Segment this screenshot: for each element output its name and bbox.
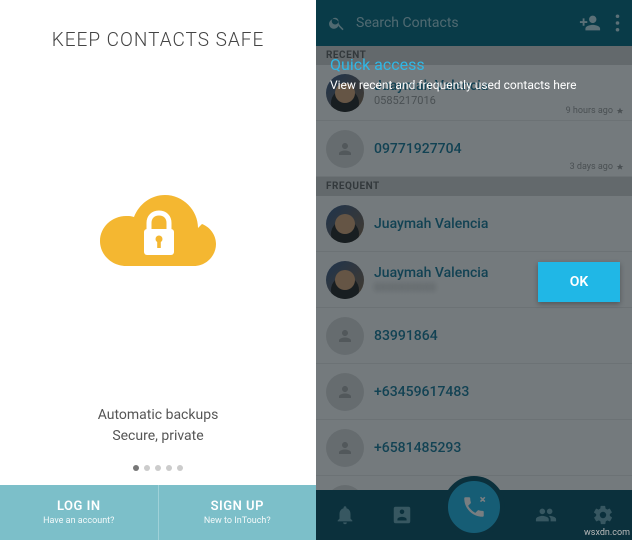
contact-name: Juaymah Valencia bbox=[374, 216, 622, 232]
bell-icon[interactable] bbox=[334, 504, 356, 526]
frequent-list: Juaymah ValenciaJuaymah Valencia00000000… bbox=[316, 196, 632, 490]
page-indicator bbox=[133, 465, 183, 471]
contact-name: +6581485293 bbox=[374, 440, 622, 456]
overlay-text: View recent and frequently used contacts… bbox=[330, 78, 622, 92]
avatar-placeholder bbox=[326, 429, 364, 467]
avatar-photo bbox=[326, 205, 364, 243]
search-placeholder: Search Contacts bbox=[356, 15, 459, 31]
signup-button[interactable]: SIGN UP New to InTouch? bbox=[159, 485, 317, 540]
contact-row[interactable]: 09771927704 3 days ago bbox=[316, 121, 632, 177]
page-dot bbox=[177, 465, 183, 471]
pin-icon bbox=[616, 163, 624, 171]
add-contact-icon[interactable] bbox=[579, 12, 601, 34]
topbar: Search Contacts bbox=[316, 0, 632, 46]
watermark: wsxdn.com bbox=[584, 528, 630, 538]
cloud-lock-icon bbox=[88, 173, 228, 283]
onboarding-pane: KEEP CONTACTS SAFE Automatic backups Sec… bbox=[0, 0, 316, 540]
search-icon bbox=[328, 14, 346, 32]
login-sublabel: Have an account? bbox=[43, 516, 114, 526]
onboarding-subtitle: Automatic backups Secure, private bbox=[98, 405, 219, 447]
login-label: LOG IN bbox=[57, 499, 101, 514]
contact-meta: 3 days ago bbox=[570, 162, 624, 172]
cloud-illustration bbox=[88, 51, 228, 405]
contact-body: +6581485293 bbox=[374, 440, 622, 456]
contact-body: +63459617483 bbox=[374, 384, 622, 400]
page-dot bbox=[133, 465, 139, 471]
onboarding-title: KEEP CONTACTS SAFE bbox=[52, 28, 265, 51]
contact-row[interactable]: Juaymah Valencia bbox=[316, 196, 632, 252]
pin-icon bbox=[616, 107, 624, 115]
avatar-placeholder bbox=[326, 317, 364, 355]
avatar-placeholder bbox=[326, 373, 364, 411]
contact-name: 09771927704 bbox=[374, 141, 622, 157]
overlay-title: Quick access bbox=[330, 55, 425, 74]
dialer-fab[interactable] bbox=[443, 476, 505, 538]
contact-row[interactable]: +63459617483 bbox=[316, 364, 632, 420]
contact-row[interactable]: +6581485293 bbox=[316, 420, 632, 476]
search-area[interactable]: Search Contacts bbox=[328, 14, 565, 32]
section-header-frequent: FREQUENT bbox=[316, 177, 632, 196]
contacts-pane: Search Contacts RECENT Juaymah Valencia0… bbox=[316, 0, 632, 540]
page-dot bbox=[155, 465, 161, 471]
phone-icon bbox=[461, 494, 487, 520]
contact-name: 83991864 bbox=[374, 328, 622, 344]
auth-row: LOG IN Have an account? SIGN UP New to I… bbox=[0, 485, 316, 540]
contact-meta: 9 hours ago bbox=[566, 106, 624, 116]
signup-sublabel: New to InTouch? bbox=[204, 516, 271, 526]
contact-body: 83991864 bbox=[374, 328, 622, 344]
page-dot bbox=[166, 465, 172, 471]
overflow-menu-icon[interactable] bbox=[615, 14, 620, 32]
avatar-photo bbox=[326, 261, 364, 299]
contact-body: 09771927704 bbox=[374, 141, 622, 157]
gear-icon[interactable] bbox=[592, 504, 614, 526]
contact-name: +63459617483 bbox=[374, 384, 622, 400]
contact-card-icon[interactable] bbox=[391, 504, 413, 526]
ok-button[interactable]: OK bbox=[538, 262, 620, 302]
signup-label: SIGN UP bbox=[211, 499, 264, 514]
avatar-placeholder bbox=[326, 130, 364, 168]
contact-body: Juaymah Valencia bbox=[374, 216, 622, 232]
page-dot bbox=[144, 465, 150, 471]
contact-row[interactable]: 83991864 bbox=[316, 308, 632, 364]
login-button[interactable]: LOG IN Have an account? bbox=[0, 485, 159, 540]
people-icon[interactable] bbox=[535, 504, 557, 526]
